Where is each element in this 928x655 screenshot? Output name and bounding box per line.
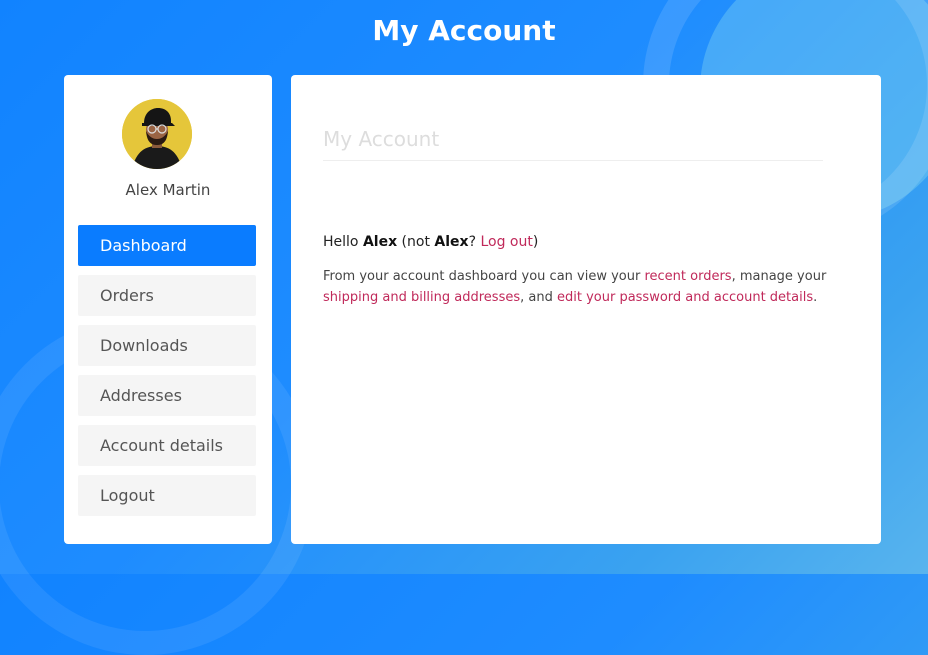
nav-item-dashboard[interactable]: Dashboard (78, 225, 256, 266)
greeting-user-name: Alex (362, 234, 398, 250)
user-name: Alex Martin (125, 181, 211, 199)
dashboard-content: My Account Hello Alex (not Alex? Log out… (291, 75, 881, 544)
user-avatar-icon (122, 99, 192, 169)
nav-item-addresses[interactable]: Addresses (78, 375, 256, 416)
greeting-question: ? (468, 234, 481, 250)
account-navigation: Dashboard Orders Downloads Addresses Acc… (78, 225, 256, 525)
intro-part-3: , and (520, 290, 557, 305)
intro-part-1: From your account dashboard you can view… (323, 269, 645, 284)
nav-item-account-details[interactable]: Account details (78, 425, 256, 466)
greeting-not: (not (397, 234, 435, 250)
nav-item-logout[interactable]: Logout (78, 475, 256, 516)
account-sidebar: Alex Martin Dashboard Orders Downloads A… (64, 75, 272, 544)
intro-part-4: . (813, 290, 818, 305)
account-details-link[interactable]: edit your password and account details (557, 290, 813, 305)
nav-item-downloads[interactable]: Downloads (78, 325, 256, 366)
nav-item-orders[interactable]: Orders (78, 275, 256, 316)
page-title: My Account (372, 14, 556, 47)
recent-orders-link[interactable]: recent orders (644, 269, 731, 284)
greeting-prefix: Hello (323, 234, 363, 250)
avatar (122, 99, 192, 169)
addresses-link[interactable]: shipping and billing addresses (323, 290, 520, 305)
greeting-close: ) (532, 234, 539, 250)
dashboard-intro-text: From your account dashboard you can view… (323, 266, 853, 308)
greeting-text: Hello Alex (not Alex? Log out) (323, 234, 538, 250)
content-heading: My Account (323, 127, 823, 161)
intro-part-2: , manage your (731, 269, 827, 284)
logout-link[interactable]: Log out (480, 234, 532, 250)
greeting-not-user-name: Alex (434, 234, 469, 250)
